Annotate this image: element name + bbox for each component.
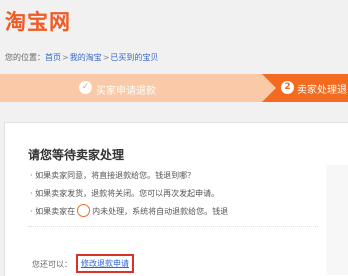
- breadcrumb-my-taobao[interactable]: 我的淘宝: [70, 53, 102, 62]
- info-line-2: · 如果卖家发货，退款将关闭。您可以再次发起申请。: [30, 189, 220, 198]
- step2-label: 卖家处理退: [297, 85, 347, 96]
- timer-icon: [77, 204, 91, 217]
- info-line-3-start: · 如果卖家在: [30, 207, 76, 216]
- step1-label: 买家申请退款: [96, 86, 156, 97]
- info-line-3: · 如果卖家在 内未处理，系统将自动退款给您。钱退: [30, 204, 229, 218]
- breadcrumb-home[interactable]: 首页: [45, 53, 61, 62]
- step-buyer-request: ✓ 买家申请退款: [0, 74, 276, 102]
- status-title: 请您等待卖家处理: [28, 148, 125, 162]
- breadcrumb-separator: >: [62, 53, 69, 62]
- breadcrumb-prefix: 您的位置：: [5, 53, 45, 62]
- breadcrumb: 您的位置：首页>我的淘宝>已买到的宝贝: [5, 52, 158, 63]
- divider: [28, 226, 318, 227]
- step-arrow: [262, 74, 276, 102]
- info-line-3-end: 内未处理，系统将自动退款给您。钱退: [92, 207, 229, 216]
- breadcrumb-purchased[interactable]: 已买到的宝贝: [110, 53, 158, 62]
- info-line-1: · 如果卖家同意，将直接退款给您。钱退到哪？: [30, 171, 196, 180]
- modify-refund-link[interactable]: 修改退款申请: [76, 254, 134, 273]
- also-label: 您还可以：: [32, 260, 72, 269]
- refund-steps: ✓ 买家申请退款 2 卖家处理退: [0, 74, 348, 102]
- breadcrumb-separator: >: [102, 53, 110, 62]
- step2-number: 2: [281, 81, 294, 94]
- scroll-area: [326, 165, 348, 275]
- check-icon: ✓: [79, 81, 92, 94]
- taobao-logo[interactable]: 淘宝网: [5, 6, 71, 36]
